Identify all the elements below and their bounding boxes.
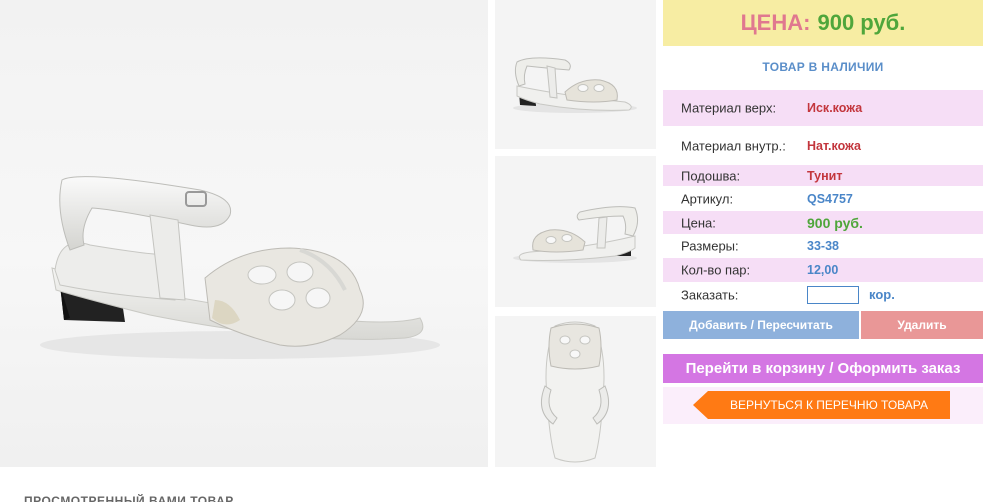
stock-status: ТОВАР В НАЛИЧИИ: [762, 60, 884, 74]
thumbnail-2[interactable]: [495, 156, 656, 307]
add-recalculate-button[interactable]: Добавить / Пересчитать: [663, 311, 859, 339]
sandal-thumb-side-left: [513, 57, 637, 113]
spec-row-material-inner: Материал внутр.: Нат.кожа: [663, 128, 983, 164]
thumbnail-1[interactable]: [495, 0, 656, 149]
spec-value: 12,00: [807, 263, 839, 277]
spec-value: Иск.кожа: [807, 101, 863, 115]
spec-key: Подошва:: [681, 168, 741, 183]
go-to-cart-button[interactable]: Перейти в корзину / Оформить заказ: [663, 354, 983, 383]
sandal-thumb-side-right: [513, 206, 639, 263]
spec-value: 900 руб.: [807, 214, 863, 231]
delete-button[interactable]: Удалить: [861, 311, 983, 339]
sandal-thumb-top: [540, 321, 610, 463]
spec-key: Материал внутр.:: [681, 138, 786, 154]
order-label: Заказать:: [681, 287, 739, 303]
price-banner: ЦЕНА: 900 руб.: [663, 0, 983, 46]
price-value: 900 руб.: [817, 10, 906, 35]
back-button-label: ВЕРНУТЬСЯ К ПЕРЕЧНЮ ТОВАРА: [730, 398, 928, 412]
spec-row-article: Артикул: QS4757: [663, 188, 983, 210]
spec-value: 33-38: [807, 239, 839, 253]
viewed-products-heading: ПРОСМОТРЕННЫЙ ВАМИ ТОВАР: [24, 494, 234, 502]
spec-key: Кол-во пар:: [681, 262, 751, 278]
spec-value: Тунит: [807, 168, 843, 183]
spec-row-pairs: Кол-во пар: 12,00: [663, 258, 983, 282]
spec-value: QS4757: [807, 192, 853, 206]
main-product-image[interactable]: [0, 0, 488, 467]
order-unit: кор.: [869, 287, 895, 302]
sandal-main-illustration: [40, 176, 440, 359]
spec-key: Размеры:: [681, 238, 739, 254]
order-quantity-input[interactable]: [807, 286, 859, 304]
spec-row-price: Цена: 900 руб.: [663, 211, 983, 234]
spec-value: Нат.кожа: [807, 139, 862, 153]
back-to-list-button[interactable]: ВЕРНУТЬСЯ К ПЕРЕЧНЮ ТОВАРА: [693, 391, 950, 419]
arrow-left-icon: [693, 391, 708, 419]
spec-key: Материал верх:: [681, 100, 777, 116]
spec-key: Цена:: [681, 215, 716, 230]
price-label: ЦЕНА:: [740, 10, 811, 35]
spec-row-sole: Подошва: Тунит: [663, 165, 983, 186]
spec-row-material-upper: Материал верх: Иск.кожа: [663, 90, 983, 126]
thumbnail-3[interactable]: [495, 316, 656, 467]
spec-row-sizes: Размеры: 33-38: [663, 235, 983, 257]
spec-key: Артикул:: [681, 191, 734, 207]
